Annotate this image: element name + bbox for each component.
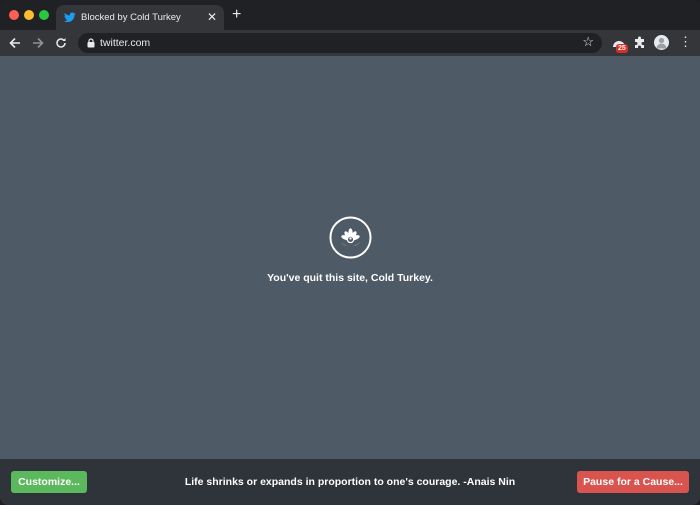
address-bar[interactable]: twitter.com ☆	[78, 33, 602, 53]
blocked-page: You've quit this site, Cold Turkey.	[0, 56, 700, 459]
twitter-favicon-icon	[64, 12, 76, 23]
reload-button[interactable]	[52, 34, 70, 52]
puzzle-icon[interactable]	[633, 36, 646, 49]
minimize-window-button[interactable]	[24, 10, 34, 20]
new-tab-button[interactable]: +	[232, 7, 241, 23]
url-text: twitter.com	[100, 37, 151, 49]
pause-for-a-cause-button[interactable]: Pause for a Cause...	[577, 471, 689, 493]
tab-blocked-by-cold-turkey[interactable]: Blocked by Cold Turkey ✕	[56, 5, 224, 30]
reload-icon	[56, 38, 66, 48]
cold-turkey-logo-icon	[329, 216, 372, 259]
profile-avatar-icon	[656, 37, 667, 49]
browser-window: Blocked by Cold Turkey ✕ + twitter.com ☆…	[0, 0, 700, 505]
blocked-message: You've quit this site, Cold Turkey.	[267, 272, 433, 284]
tab-strip: Blocked by Cold Turkey ✕ +	[0, 0, 700, 30]
back-arrow-icon	[9, 37, 20, 49]
tab-title: Blocked by Cold Turkey	[81, 12, 181, 23]
lock-icon[interactable]	[87, 38, 95, 48]
zoom-window-button[interactable]	[39, 10, 49, 20]
toolbar: twitter.com ☆ 25 ⋮	[0, 30, 700, 56]
forward-button[interactable]	[29, 34, 47, 52]
more-menu-icon[interactable]: ⋮	[679, 35, 692, 49]
star-icon[interactable]: ☆	[582, 34, 594, 50]
profile-avatar[interactable]	[654, 35, 669, 50]
extension-badge: 25	[616, 44, 628, 53]
close-window-button[interactable]	[9, 10, 19, 20]
back-button[interactable]	[6, 34, 24, 52]
tab-close-icon[interactable]: ✕	[207, 10, 217, 24]
forward-arrow-icon	[33, 37, 44, 49]
footer-bar: Customize... Life shrinks or expands in …	[0, 459, 700, 505]
